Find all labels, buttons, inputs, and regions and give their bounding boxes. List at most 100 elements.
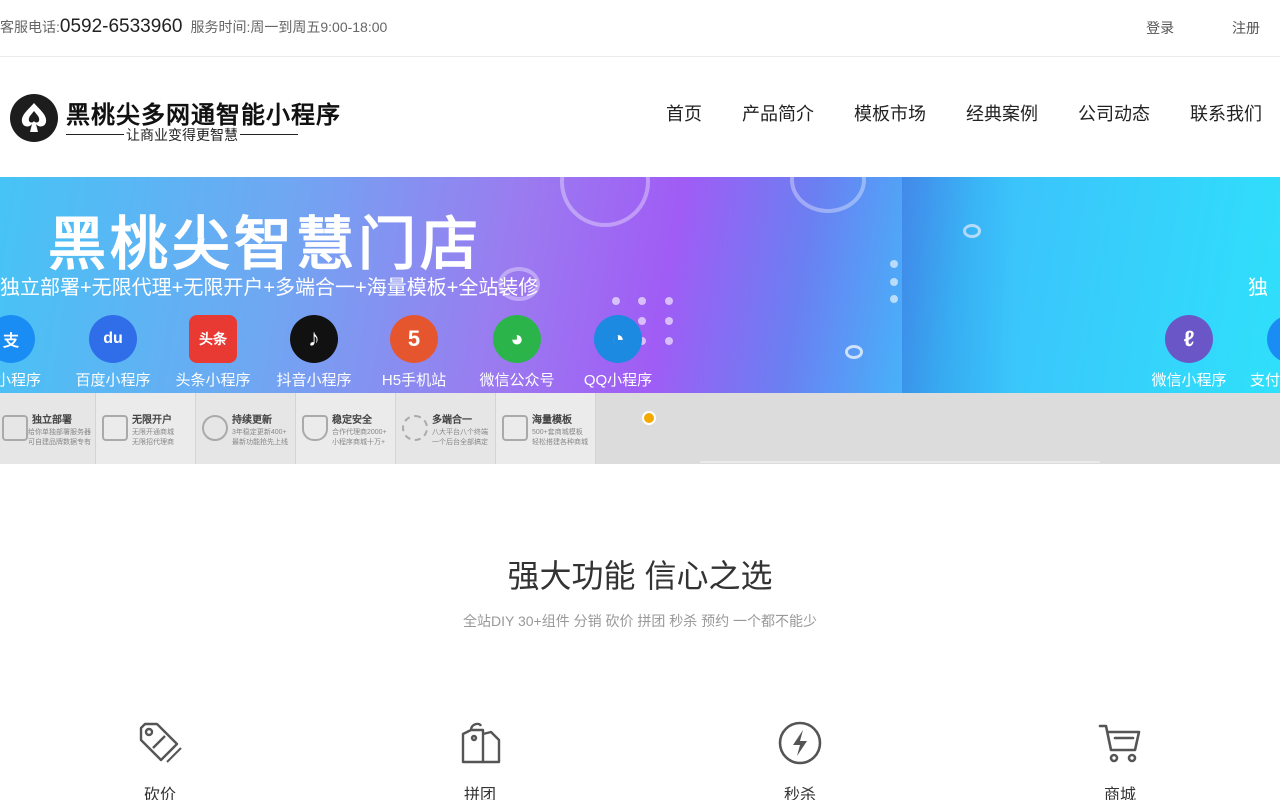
qq-icon: ◔ bbox=[594, 315, 642, 363]
douyin-icon: ♪ bbox=[290, 315, 338, 363]
banner-subtitle: 独立部署+无限代理+无限开户+多端合一+海量模板+全站装修 bbox=[0, 277, 539, 299]
platform-item: ◕ 微信公众号 bbox=[462, 315, 572, 395]
login-link[interactable]: 登录 bbox=[1146, 20, 1174, 36]
network-icon bbox=[402, 415, 428, 441]
feature-item: 稳定安全 合作代理商2000+ 小程序商城十万+ bbox=[296, 393, 396, 464]
site-logo[interactable]: 黑桃尖多网通智能小程序 让商业变得更智慧 bbox=[10, 93, 340, 147]
carousel-pager-dot[interactable] bbox=[642, 411, 656, 425]
platform-item: 支 宝小程序 bbox=[0, 315, 66, 395]
alipay-icon: 支 bbox=[1267, 315, 1280, 363]
deploy-icon bbox=[2, 415, 28, 441]
platform-item: ♪ 抖音小程序 bbox=[259, 315, 369, 395]
nav-cases[interactable]: 经典案例 bbox=[966, 100, 1038, 126]
feature-desc: 无限开通商城 bbox=[132, 429, 174, 436]
logo-slogan: 让商业变得更智慧 bbox=[66, 125, 298, 143]
feature-desc: 500+套商城模板 bbox=[532, 429, 583, 436]
platform-item: ℓ 微信小程序 bbox=[1134, 315, 1244, 395]
function-label: 砍价 bbox=[143, 787, 176, 800]
feature-desc: 给你单独部署服务器 bbox=[28, 429, 91, 436]
decorative-dot bbox=[638, 297, 646, 305]
alipay-icon: 支 bbox=[0, 315, 35, 363]
top-bar: 客服电话:0592-6533960 服务时间:周一到周五9:00-18:00 登录… bbox=[0, 0, 1280, 57]
decorative-circle bbox=[790, 177, 866, 213]
account-icon bbox=[102, 415, 128, 441]
cart-icon bbox=[1098, 724, 1141, 763]
feature-title: 无限开户 bbox=[132, 415, 172, 426]
html5-icon: 5 bbox=[390, 315, 438, 363]
feature-desc: 可自建品牌数据专有 bbox=[28, 439, 91, 446]
function-item-group-buy[interactable]: 拼团 bbox=[420, 720, 540, 800]
banner-title: 黑桃尖智慧门店 bbox=[48, 212, 483, 277]
account-links: 登录 注册 bbox=[1092, 18, 1260, 38]
toutiao-icon: 头条 bbox=[189, 315, 237, 363]
decorative-ring bbox=[845, 345, 863, 359]
feature-desc: 合作代理商2000+ bbox=[332, 429, 387, 436]
platform-label: 百度小程序 bbox=[75, 372, 151, 389]
baidu-icon: du bbox=[89, 315, 137, 363]
decorative-circle bbox=[560, 177, 650, 227]
banner-slide: 黑桃尖智慧门店 独立部署+无限代理+无限开户+多端合一+海量模板+全站装修 独 … bbox=[0, 177, 1280, 393]
service-phone-label: 客服电话: bbox=[0, 19, 60, 35]
feature-item: 无限开户 无限开通商城 无限招代理商 bbox=[96, 393, 196, 464]
hero-banner[interactable]: 黑桃尖智慧门店 独立部署+无限代理+无限开户+多端合一+海量模板+全站装修 独 … bbox=[0, 177, 1280, 464]
platform-label: 头条小程序 bbox=[175, 372, 251, 389]
refresh-icon bbox=[202, 415, 228, 441]
feature-desc: 一个后台全部搞定 bbox=[432, 439, 488, 446]
feature-title: 独立部署 bbox=[32, 415, 72, 426]
feature-desc: 八大平台八个终端 bbox=[432, 429, 488, 436]
main-nav: 首页 产品简介 模板市场 经典案例 公司动态 联系我们 bbox=[626, 100, 1262, 126]
feature-title: 海量模板 bbox=[532, 415, 572, 426]
feature-title: 持续更新 bbox=[232, 415, 272, 426]
feature-desc: 无限招代理商 bbox=[132, 439, 174, 446]
platform-label: H5手机站 bbox=[381, 372, 447, 389]
contact-info: 客服电话:0592-6533960 服务时间:周一到周五9:00-18:00 bbox=[0, 16, 387, 38]
wechat-icon: ◕ bbox=[493, 315, 541, 363]
miniprogram-icon: ℓ bbox=[1165, 315, 1213, 363]
nav-contact[interactable]: 联系我们 bbox=[1190, 100, 1262, 126]
section-subtitle: 全站DIY 30+组件 分销 砍价 拼团 秒杀 预约 一个都不能少 bbox=[462, 613, 818, 629]
nav-template-market[interactable]: 模板市场 bbox=[854, 100, 926, 126]
function-item-bargain[interactable]: 砍价 bbox=[100, 720, 220, 800]
banner-feature-strip: 独立部署 给你单独部署服务器 可自建品牌数据专有 无限开户 无限开通商城 无限招… bbox=[0, 393, 1280, 464]
platform-label: 支付 bbox=[1250, 372, 1280, 389]
shield-icon bbox=[302, 415, 328, 441]
decorative-dot bbox=[612, 297, 620, 305]
banner-subtitle-next: 独 bbox=[1248, 277, 1268, 299]
function-label: 商城 bbox=[1103, 787, 1136, 800]
platform-item: du 百度小程序 bbox=[58, 315, 168, 395]
platform-item: ◔ QQ小程序 bbox=[563, 315, 673, 395]
decorative-dot bbox=[665, 297, 673, 305]
function-item-mall[interactable]: 商城 bbox=[1060, 720, 1180, 800]
feature-item: 持续更新 3年稳定更新400+ 最新功能抢先上线 bbox=[196, 393, 296, 464]
platform-item: 支 支付 bbox=[1236, 315, 1280, 395]
feature-desc: 轻松搭建各种商城 bbox=[532, 439, 588, 446]
register-link[interactable]: 注册 bbox=[1232, 20, 1260, 36]
section-title: 强大功能 信心之选 bbox=[507, 558, 773, 594]
group-tag-icon bbox=[461, 722, 501, 764]
function-label: 拼团 bbox=[463, 787, 496, 800]
feature-desc: 小程序商城十万+ bbox=[332, 439, 386, 446]
feature-item: 多端合一 八大平台八个终端 一个后台全部搞定 bbox=[396, 393, 496, 464]
feature-title: 多端合一 bbox=[432, 415, 472, 426]
decorative-dot bbox=[890, 295, 898, 303]
feature-item: 海量模板 500+套商城模板 轻松搭建各种商城 bbox=[496, 393, 596, 464]
feature-title: 稳定安全 bbox=[332, 415, 372, 426]
platform-label: 抖音小程序 bbox=[276, 372, 352, 389]
feature-desc: 3年稳定更新400+ bbox=[232, 429, 287, 436]
platform-label: 宝小程序 bbox=[0, 372, 41, 389]
feature-desc: 最新功能抢先上线 bbox=[232, 439, 288, 446]
service-phone: 0592-6533960 bbox=[59, 16, 183, 37]
price-tag-icon bbox=[139, 722, 182, 763]
nav-product-intro[interactable]: 产品简介 bbox=[742, 100, 814, 126]
decorative-dot bbox=[890, 278, 898, 286]
templates-icon bbox=[502, 415, 528, 441]
function-item-flash-sale[interactable]: 秒杀 bbox=[740, 720, 860, 800]
spade-logo-icon bbox=[10, 94, 58, 142]
nav-news[interactable]: 公司动态 bbox=[1078, 100, 1150, 126]
feature-item: 独立部署 给你单独部署服务器 可自建品牌数据专有 bbox=[0, 393, 96, 464]
platform-label: QQ小程序 bbox=[583, 372, 653, 389]
lightning-icon bbox=[778, 721, 822, 765]
site-header: 黑桃尖多网通智能小程序 让商业变得更智慧 首页 产品简介 模板市场 经典案例 公… bbox=[0, 57, 1280, 177]
nav-home[interactable]: 首页 bbox=[666, 100, 702, 126]
function-label: 秒杀 bbox=[783, 787, 816, 800]
